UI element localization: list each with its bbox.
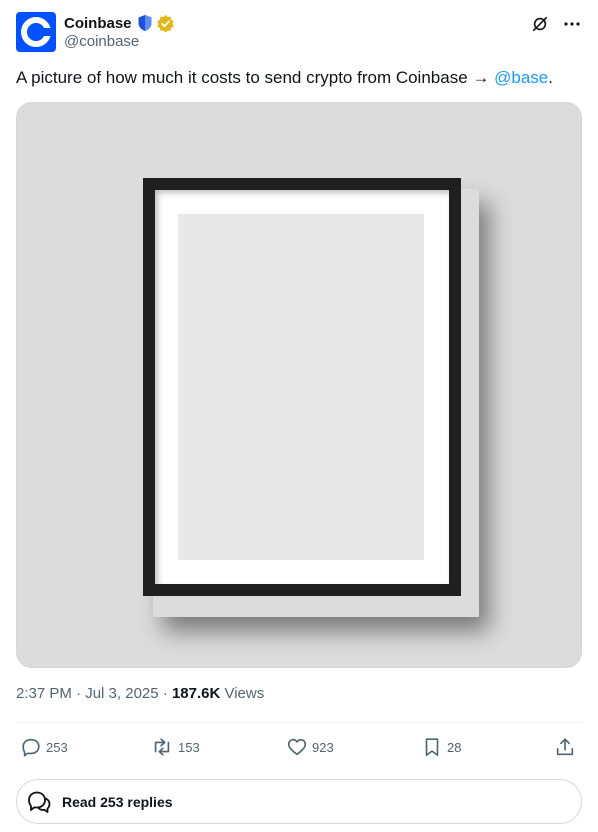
heart-icon: [287, 738, 307, 756]
reply-icon: [22, 738, 40, 757]
handle[interactable]: @coinbase: [64, 33, 139, 50]
tweet-meta: 2:37 PM · Jul 3, 2025 · 187.6K Views: [16, 685, 264, 702]
picture-frame: [143, 178, 461, 596]
reply-count: 253: [46, 739, 68, 755]
bookmark-button[interactable]: 28: [421, 734, 461, 760]
action-bar: 253 153 923 28: [16, 734, 582, 760]
empty-picture: [178, 214, 424, 560]
tweet-text-end: .: [548, 68, 553, 87]
views-count[interactable]: 187.6K: [172, 685, 220, 702]
avatar[interactable]: [16, 12, 56, 52]
share-button[interactable]: [554, 734, 576, 760]
tweet-media-image[interactable]: [16, 102, 582, 668]
mention-link[interactable]: @base: [494, 68, 548, 87]
coinbase-logo-icon: [21, 17, 51, 47]
bookmark-count: 28: [447, 739, 462, 755]
bookmark-icon: [425, 738, 439, 757]
read-replies-label: Read 253 replies: [62, 793, 173, 810]
shield-badge-icon: [137, 14, 153, 32]
repost-count: 153: [178, 739, 200, 755]
tweet-date[interactable]: Jul 3, 2025: [85, 685, 158, 702]
verified-badge-icon[interactable]: [156, 14, 175, 33]
tweet-text: A picture of how much it costs to send c…: [16, 67, 582, 89]
tweet-text-body: A picture of how much it costs to send c…: [16, 68, 495, 87]
meta-separator: ·: [71, 685, 86, 702]
tweet-time[interactable]: 2:37 PM: [16, 685, 72, 702]
like-button[interactable]: 923: [286, 734, 334, 760]
name-row: Coinbase: [64, 13, 175, 33]
like-count: 923: [312, 739, 334, 755]
grok-icon[interactable]: [530, 14, 550, 34]
meta-separator: ·: [158, 685, 172, 702]
more-icon[interactable]: [562, 14, 582, 34]
reply-button[interactable]: 253: [20, 734, 68, 760]
display-name[interactable]: Coinbase: [64, 15, 132, 32]
views-label: Views: [220, 685, 265, 702]
read-replies-button[interactable]: Read 253 replies: [16, 779, 582, 824]
repost-button[interactable]: 153: [150, 734, 200, 760]
header-actions: [530, 14, 582, 34]
share-icon: [556, 738, 574, 756]
repost-icon: [154, 738, 170, 756]
divider: [16, 722, 582, 723]
frame-mat: [155, 190, 449, 584]
chat-bubbles-icon: [28, 791, 51, 813]
tweet-header: Coinbase @coinbase: [16, 12, 582, 52]
